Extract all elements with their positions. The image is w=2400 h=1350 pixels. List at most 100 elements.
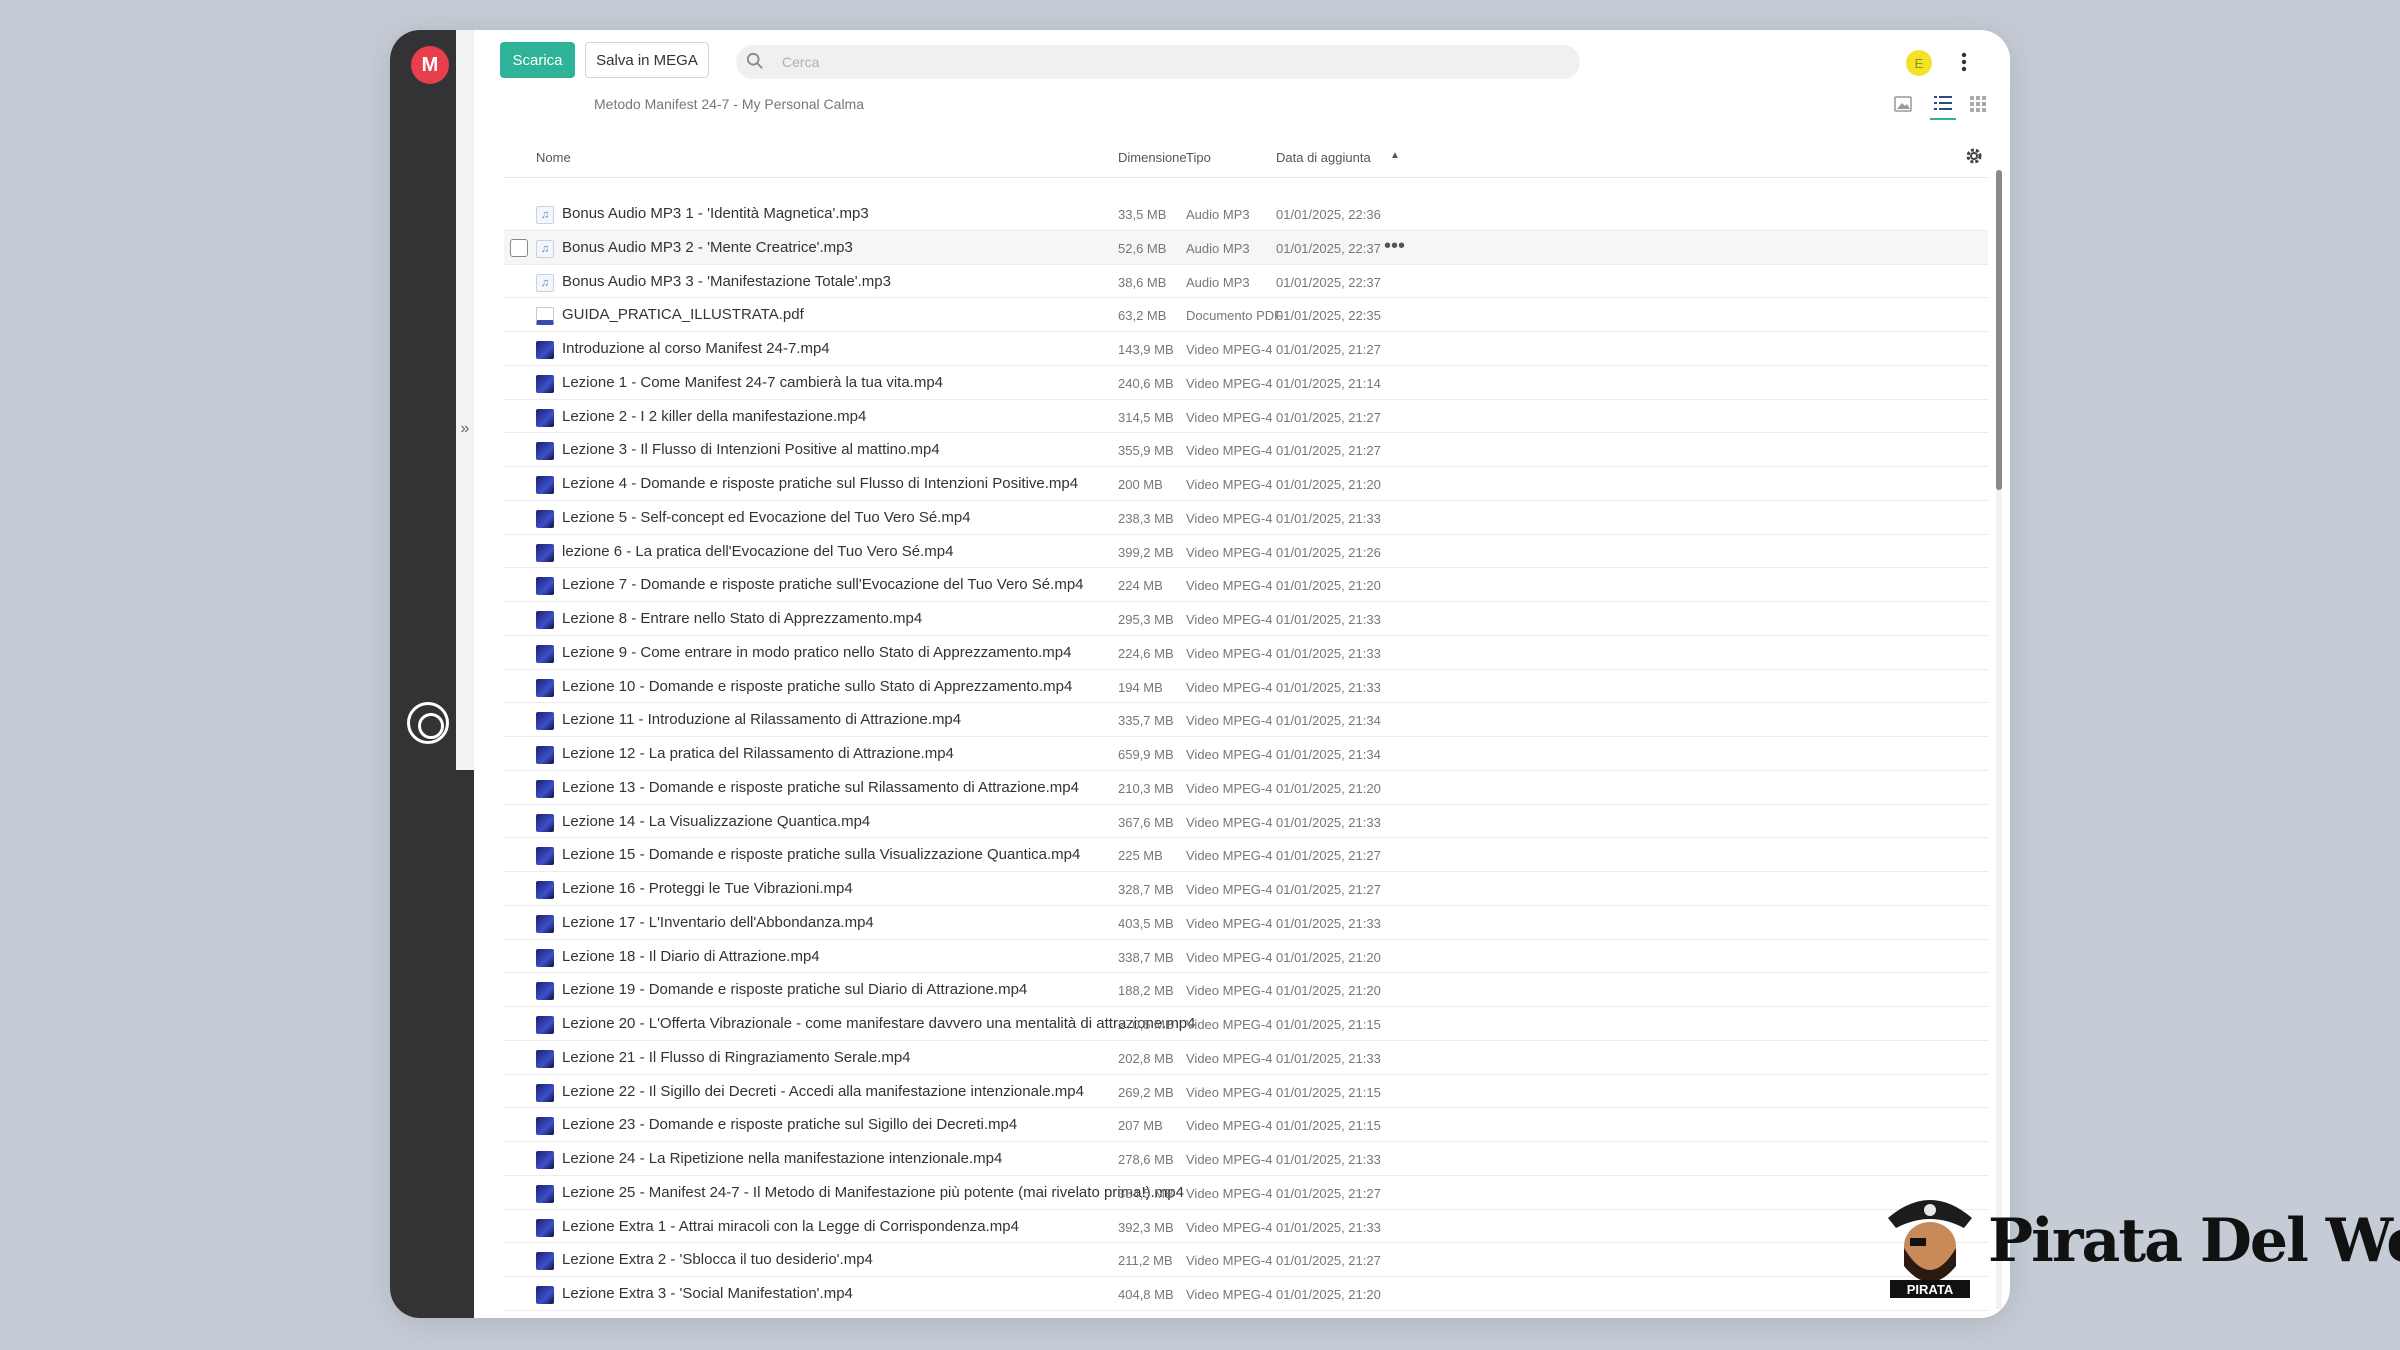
table-row[interactable]: Lezione 13 - Domande e risposte pratiche…: [504, 771, 1988, 805]
table-row[interactable]: Lezione 2 - I 2 killer della manifestazi…: [504, 400, 1988, 434]
file-name: Lezione 24 - La Ripetizione nella manife…: [562, 1150, 1003, 1167]
table-row[interactable]: Lezione 11 - Introduzione al Rilassament…: [504, 703, 1988, 737]
table-row[interactable]: Lezione 15 - Domande e risposte pratiche…: [504, 838, 1988, 872]
table-row[interactable]: Lezione 14 - La Visualizzazione Quantica…: [504, 805, 1988, 839]
app-window: M » Scarica Salva in MEGA E Metodo Manif…: [390, 30, 2010, 1318]
table-row[interactable]: ♫ Bonus Audio MP3 2 - 'Mente Creatrice'.m…: [504, 230, 1988, 265]
file-name: Lezione 7 - Domande e risposte pratiche …: [562, 576, 1084, 594]
table-row[interactable]: Lezione 8 - Entrare nello Stato di Appre…: [504, 602, 1988, 636]
table-row[interactable]: Lezione Extra 1 - Attrai miracoli con la…: [504, 1210, 1988, 1244]
pirate-badge-text: PIRATA: [1907, 1282, 1954, 1297]
column-name-header[interactable]: Nome: [536, 150, 571, 165]
file-size: 188,2 MB: [1118, 983, 1174, 999]
file-date: 01/01/2025, 21:20: [1276, 1287, 1381, 1302]
table-row[interactable]: Lezione 20 - L'Offerta Vibrazionale - co…: [504, 1007, 1988, 1041]
video-thumbnail-icon: [536, 509, 554, 528]
file-date: 01/01/2025, 21:33: [1276, 679, 1381, 695]
column-type-header[interactable]: Tipo: [1186, 150, 1211, 165]
thumbnail-view-icon[interactable]: [1894, 96, 1912, 112]
table-row[interactable]: Lezione 12 - La pratica del Rilassamento…: [504, 737, 1988, 771]
table-row[interactable]: Lezione 5 - Self-concept ed Evocazione d…: [504, 501, 1988, 535]
scrollbar-thumb[interactable]: [1996, 170, 2002, 490]
file-date: 01/01/2025, 21:33: [1276, 510, 1381, 526]
file-name: Lezione Extra 2 - 'Sblocca il tuo deside…: [562, 1251, 873, 1269]
table-row[interactable]: Lezione 22 - Il Sigillo dei Decreti - Ac…: [504, 1075, 1988, 1109]
file-size: 38,6 MB: [1118, 274, 1167, 290]
file-date: 01/01/2025, 21:26: [1276, 544, 1381, 560]
file-name: Lezione 25 - Manifest 24-7 - Il Metodo d…: [562, 1183, 1184, 1201]
file-type: Video MPEG-4: [1186, 1219, 1273, 1235]
file-name: Bonus Audio MP3 3 - 'Manifestazione Tota…: [562, 272, 891, 290]
more-options-icon[interactable]: [1954, 46, 1974, 78]
mega-logo-icon[interactable]: M: [411, 46, 449, 84]
file-name: Lezione 17 - L'Inventario dell'Abbondanz…: [562, 913, 874, 931]
audio-file-icon: ♫: [536, 206, 554, 224]
file-type: Video MPEG-4: [1186, 713, 1273, 729]
table-row[interactable]: Lezione 1 - Come Manifest 24-7 cambierà …: [504, 366, 1988, 400]
transfer-manager-icon[interactable]: [407, 702, 449, 744]
file-size: 399,2 MB: [1118, 544, 1174, 560]
search-bar[interactable]: [736, 45, 1580, 79]
table-row[interactable]: lezione 6 - La pratica dell'Evocazione d…: [504, 535, 1988, 569]
file-date: 01/01/2025, 21:27: [1276, 342, 1381, 357]
video-thumbnail-icon: [536, 341, 554, 359]
file-size: 207 MB: [1118, 1118, 1163, 1134]
expand-panel-icon[interactable]: »: [456, 414, 474, 444]
table-row[interactable]: Introduzione al corso Manifest 24-7.mp4 1…: [504, 332, 1988, 366]
table-row[interactable]: Lezione 10 - Domande e risposte pratiche…: [504, 670, 1988, 704]
table-row[interactable]: Lezione 16 - Proteggi le Tue Vibrazioni.…: [504, 872, 1988, 906]
file-date: 01/01/2025, 22:37: [1276, 274, 1381, 290]
table-row[interactable]: Lezione Extra 2 - 'Sblocca il tuo deside…: [504, 1243, 1988, 1277]
file-type: Video MPEG-4: [1186, 578, 1273, 594]
search-input[interactable]: [782, 45, 1562, 79]
file-name: Bonus Audio MP3 2 - 'Mente Creatrice'.mp…: [562, 238, 853, 256]
file-date: 01/01/2025, 21:33: [1276, 1219, 1381, 1235]
file-date: 01/01/2025, 21:20: [1276, 578, 1381, 594]
table-row[interactable]: ♫ Bonus Audio MP3 3 - 'Manifestazione Tot…: [504, 265, 1988, 299]
file-type: Video MPEG-4: [1186, 1118, 1273, 1134]
list-view-icon[interactable]: [1932, 92, 1954, 114]
table-row[interactable]: ♫ Bonus Audio MP3 1 - 'Identità Magnetica…: [504, 197, 1988, 231]
file-date: 01/01/2025, 21:27: [1276, 848, 1381, 864]
download-button[interactable]: Scarica: [500, 42, 575, 78]
file-name: Lezione 18 - Il Diario di Attrazione.mp4: [562, 947, 820, 965]
table-row[interactable]: Lezione 18 - Il Diario di Attrazione.mp4…: [504, 940, 1988, 974]
file-date: 01/01/2025, 21:27: [1276, 409, 1381, 425]
file-date: 01/01/2025, 21:34: [1276, 713, 1381, 729]
grid-view-icon[interactable]: [1970, 96, 1986, 112]
row-checkbox[interactable]: [510, 238, 528, 257]
file-type: Video MPEG-4: [1186, 645, 1273, 661]
video-thumbnail-icon: [536, 1016, 554, 1034]
avatar[interactable]: E: [1906, 50, 1932, 76]
table-row[interactable]: Lezione 24 - La Ripetizione nella manife…: [504, 1142, 1988, 1176]
file-type: Video MPEG-4: [1186, 747, 1273, 762]
video-thumbnail-icon: [536, 746, 554, 764]
table-row[interactable]: Lezione 3 - Il Flusso di Intenzioni Posi…: [504, 433, 1988, 467]
file-type: Video MPEG-4: [1186, 1050, 1273, 1066]
file-name: Lezione Extra 3 - 'Social Manifestation'…: [562, 1285, 853, 1302]
table-row[interactable]: Lezione 21 - Il Flusso di Ringraziamento…: [504, 1041, 1988, 1075]
scrollbar[interactable]: [1996, 170, 2002, 1310]
file-date: 01/01/2025, 21:15: [1276, 1084, 1381, 1100]
breadcrumb[interactable]: Metodo Manifest 24-7 - My Personal Calma: [594, 96, 864, 112]
table-row[interactable]: Lezione 9 - Come entrare in modo pratico…: [504, 636, 1988, 670]
file-date: 01/01/2025, 22:37: [1276, 240, 1381, 256]
table-row[interactable]: GUIDA_PRATICA_ILLUSTRATA.pdf 63,2 MB Docum…: [504, 298, 1988, 332]
column-date-header[interactable]: Data di aggiunta: [1276, 150, 1371, 165]
sort-ascending-icon[interactable]: ▲: [1390, 150, 1400, 161]
table-row[interactable]: Lezione 19 - Domande e risposte pratiche…: [504, 973, 1988, 1007]
table-row[interactable]: Lezione 23 - Domande e risposte pratiche…: [504, 1108, 1988, 1142]
table-row[interactable]: Lezione Extra 3 - 'Social Manifestation'…: [504, 1277, 1988, 1311]
video-thumbnail-icon: [536, 881, 554, 899]
save-to-mega-button[interactable]: Salva in MEGA: [585, 42, 709, 78]
table-row[interactable]: Lezione 4 - Domande e risposte pratiche …: [504, 467, 1988, 501]
table-row[interactable]: Lezione 7 - Domande e risposte pratiche …: [504, 568, 1988, 602]
file-type: Video MPEG-4: [1186, 544, 1273, 560]
row-more-options-icon[interactable]: •••: [1384, 235, 1405, 258]
left-sidebar: M »: [390, 30, 474, 1318]
column-size-header[interactable]: Dimensione: [1118, 150, 1187, 165]
file-type: Video MPEG-4: [1186, 1253, 1273, 1269]
table-row[interactable]: Lezione 25 - Manifest 24-7 - Il Metodo d…: [504, 1176, 1988, 1210]
gear-icon[interactable]: [1964, 146, 1984, 166]
table-row[interactable]: Lezione 17 - L'Inventario dell'Abbondanz…: [504, 906, 1988, 940]
